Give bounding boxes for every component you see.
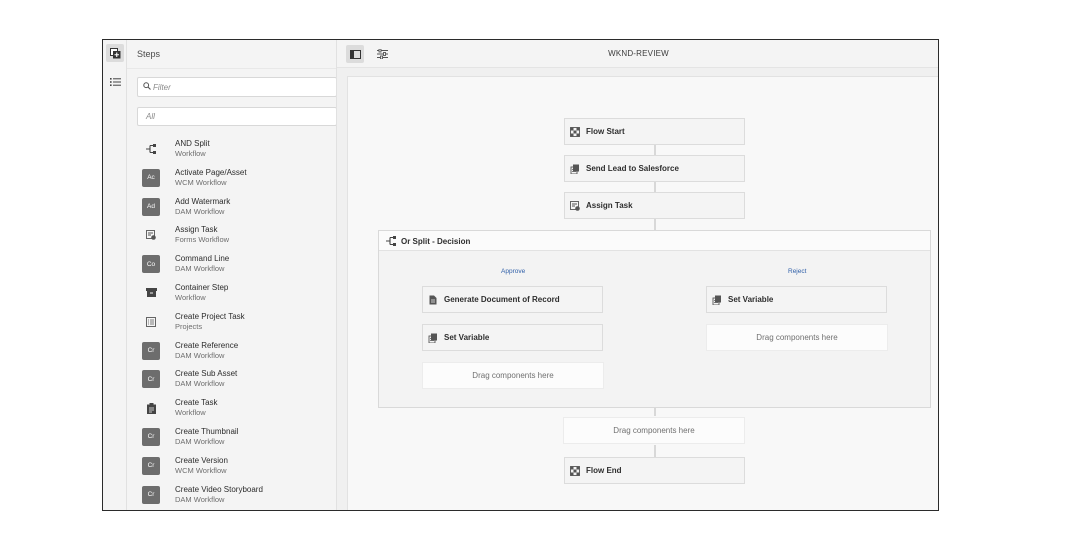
assign-task-node[interactable]: Assign Task bbox=[564, 192, 745, 219]
step-item[interactable]: Cr Create Version WCM Workflow bbox=[127, 453, 336, 482]
step-category: Workflow bbox=[175, 292, 206, 302]
step-item[interactable]: AND Split Workflow bbox=[127, 136, 336, 165]
step-category: DAM Workflow bbox=[175, 350, 225, 360]
step-name: Create Version bbox=[175, 455, 228, 465]
send-lead-label: Send Lead to Salesforce bbox=[586, 164, 679, 173]
step-name: Add Watermark bbox=[175, 196, 231, 206]
step-category: DAM Workflow bbox=[175, 494, 225, 504]
container-icon bbox=[142, 284, 160, 302]
step-category: Workflow bbox=[175, 408, 206, 418]
step-category: DAM Workflow bbox=[175, 379, 225, 389]
search-icon bbox=[143, 82, 151, 90]
step-name: Container Step bbox=[175, 282, 229, 292]
workflow-title: WKND-REVIEW bbox=[608, 49, 669, 58]
divider bbox=[127, 68, 336, 69]
step-item[interactable]: Cr Create Reference DAM Workflow bbox=[127, 338, 336, 367]
assign-task-label: Assign Task bbox=[586, 201, 633, 210]
flow-start-label: Flow Start bbox=[586, 127, 625, 136]
filter-field[interactable] bbox=[137, 77, 336, 97]
step-item[interactable]: Ad Add Watermark DAM Workflow bbox=[127, 194, 336, 223]
step-item[interactable]: Create Task Workflow bbox=[127, 395, 336, 424]
category-select[interactable]: All bbox=[137, 107, 336, 126]
project-task-icon bbox=[142, 313, 160, 331]
approve-branch-label: Approve bbox=[501, 268, 526, 275]
process-step-icon bbox=[712, 295, 721, 305]
step-badge-icon: Co bbox=[142, 255, 160, 274]
assign-task-icon bbox=[570, 201, 580, 211]
step-list: AND Split Workflow Ac Activate Page/Asset WC… bbox=[127, 136, 336, 510]
step-item[interactable]: Cr Create Sub Asset DAM Workflow bbox=[127, 366, 336, 395]
step-name: AND Split bbox=[175, 139, 210, 148]
step-item[interactable]: Create Project Task Projects bbox=[127, 309, 336, 338]
step-badge-icon: Cr bbox=[142, 485, 160, 504]
step-name: Create Task bbox=[175, 398, 218, 408]
process-step-icon bbox=[428, 333, 437, 343]
step-category: DAM Workflow bbox=[175, 436, 225, 446]
steps-icon bbox=[109, 47, 120, 58]
step-item[interactable]: Ac Activate Page/Asset WCM Workflow bbox=[127, 165, 336, 194]
document-icon bbox=[429, 295, 437, 305]
step-name: Activate Page/Asset bbox=[175, 167, 247, 177]
step-category: Forms Workflow bbox=[175, 235, 230, 245]
or-split-header: Or Split - Decision bbox=[379, 231, 930, 251]
set-variable-right-label: Set Variable bbox=[728, 295, 774, 304]
flow-end-label: Flow End bbox=[586, 466, 622, 475]
editor-header: WKND-REVIEW bbox=[337, 40, 938, 68]
reject-branch-label: Reject bbox=[788, 268, 807, 275]
steps-panel-toggle[interactable] bbox=[106, 44, 124, 62]
workflow-editor-window: Steps All AND SplitWorkflowAcActivate Pa… bbox=[102, 39, 939, 511]
steps-panel-title: Steps bbox=[137, 49, 161, 59]
steps-panel: Steps All AND SplitWorkflowAcActivate Pa… bbox=[127, 40, 337, 510]
step-name: Create Project Task bbox=[175, 311, 245, 321]
flow-start-node[interactable]: Flow Start bbox=[564, 118, 745, 145]
drop-zone-approve[interactable]: Drag components here bbox=[422, 362, 604, 389]
workflow-editor: WKND-REVIEW Flow Start Send Lead to Sale… bbox=[337, 40, 938, 510]
step-name: Create Thumbnail bbox=[175, 426, 239, 436]
step-name: Assign Task bbox=[175, 225, 218, 235]
step-badge-icon: Cr bbox=[142, 456, 160, 475]
step-name: Create Video Storyboard bbox=[175, 484, 263, 494]
step-category: WCM Workflow bbox=[175, 465, 227, 475]
step-category: DAM Workflow bbox=[175, 206, 225, 216]
set-variable-right-node[interactable]: Set Variable bbox=[706, 286, 887, 313]
step-category: Workflow bbox=[175, 149, 206, 158]
step-name: Command Line bbox=[175, 254, 230, 264]
process-step-icon bbox=[570, 164, 579, 174]
step-name: Create Sub Asset bbox=[175, 369, 238, 379]
send-lead-node[interactable]: Send Lead to Salesforce bbox=[564, 155, 745, 182]
step-category: WCM Workflow bbox=[175, 177, 227, 187]
drop-zone-main[interactable]: Drag components here bbox=[563, 417, 745, 444]
filter-input[interactable] bbox=[153, 80, 333, 94]
set-variable-left-node[interactable]: Set Variable bbox=[422, 324, 603, 351]
list-view-toggle[interactable] bbox=[106, 73, 124, 91]
or-split-icon bbox=[386, 236, 396, 246]
list-icon bbox=[109, 78, 121, 86]
step-badge-icon: Cr bbox=[142, 370, 160, 389]
step-item[interactable]: Container Step Workflow bbox=[127, 280, 336, 309]
step-item[interactable]: Cr Create Video Storyboard DAM Workflow bbox=[127, 482, 336, 510]
step-category: Projects bbox=[175, 321, 203, 331]
drop-zone-reject[interactable]: Drag components here bbox=[706, 324, 888, 351]
clipboard-icon bbox=[142, 399, 160, 417]
step-item[interactable]: Cr Create Thumbnail DAM Workflow bbox=[127, 424, 336, 453]
assign-task-icon bbox=[142, 226, 160, 244]
step-badge-icon: Ad bbox=[142, 197, 160, 216]
step-badge-icon: Ac bbox=[142, 168, 160, 187]
generate-document-node[interactable]: Generate Document of Record bbox=[422, 286, 603, 313]
step-item[interactable]: Co Command Line DAM Workflow bbox=[127, 251, 336, 280]
generate-document-label: Generate Document of Record bbox=[444, 295, 560, 304]
left-rail bbox=[103, 40, 127, 510]
flow-end-node[interactable]: Flow End bbox=[564, 457, 745, 484]
and-split-icon bbox=[142, 140, 160, 158]
step-badge-icon: Cr bbox=[142, 341, 160, 360]
step-name: Create Reference bbox=[175, 340, 239, 350]
step-category: DAM Workflow bbox=[175, 264, 225, 274]
workflow-canvas[interactable]: Flow Start Send Lead to Salesforce Assig… bbox=[347, 76, 938, 510]
step-item[interactable]: Assign Task Forms Workflow bbox=[127, 222, 336, 251]
set-variable-left-label: Set Variable bbox=[444, 333, 490, 342]
step-badge-icon: Cr bbox=[142, 427, 160, 446]
flow-start-icon bbox=[570, 127, 580, 137]
or-split-title: Or Split - Decision bbox=[401, 237, 471, 246]
flow-end-icon bbox=[570, 466, 580, 476]
